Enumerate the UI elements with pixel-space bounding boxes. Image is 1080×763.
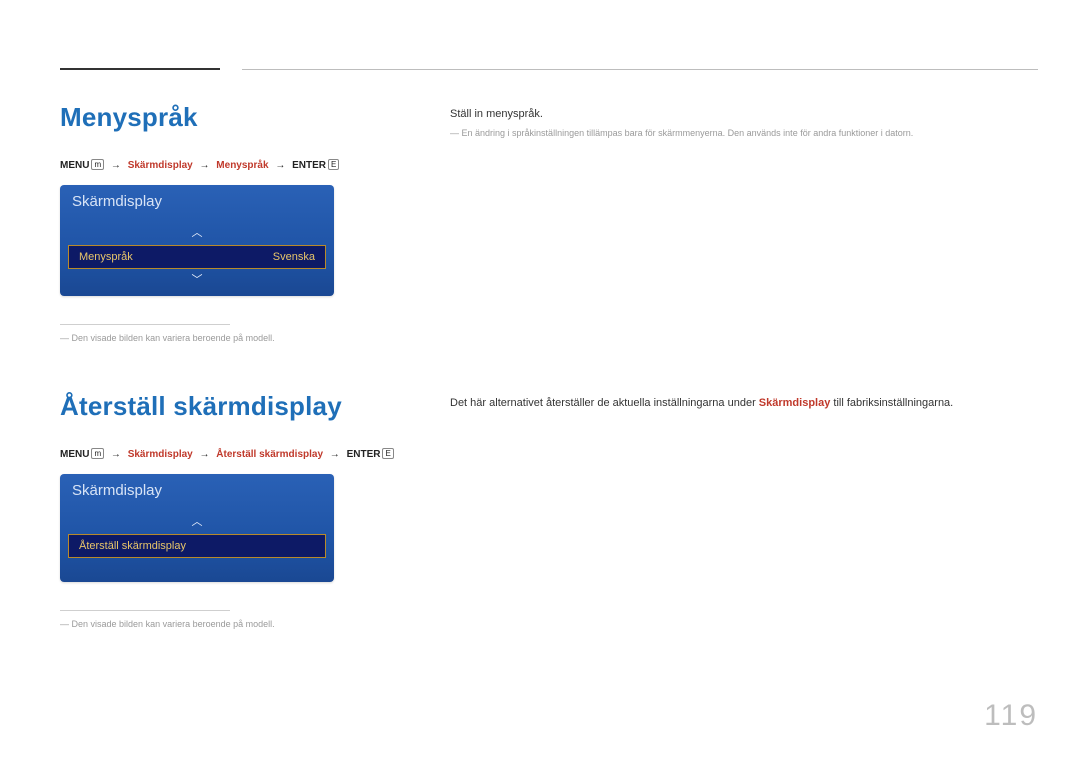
right-column: Det här alternativet återställer de aktu…	[450, 391, 1038, 631]
breadcrumb-menu: MENU	[60, 160, 89, 171]
osd-header: Skärmdisplay	[60, 474, 334, 517]
section-aterstall: Återställ skärmdisplay MENUm → Skärmdisp…	[60, 391, 1038, 631]
arrow-icon: →	[330, 449, 340, 460]
arrow-icon: →	[200, 160, 210, 171]
body-post: till fabriksinställningarna.	[830, 397, 953, 409]
footnote-rule	[60, 610, 230, 611]
body-text: Det här alternativet återställer de aktu…	[450, 395, 1038, 412]
section-title: Återställ skärmdisplay	[60, 391, 400, 422]
section-menysprak: Menyspråk MENUm → Skärmdisplay → Menyspr…	[60, 102, 1038, 345]
breadcrumb-step: Skärmdisplay	[128, 449, 193, 460]
body-pre: Det här alternativet återställer de aktu…	[450, 397, 759, 409]
chevron-up-icon: ︿	[60, 228, 334, 245]
enter-icon: E	[382, 448, 393, 459]
osd-panel: Skärmdisplay ︿ Återställ skärmdisplay	[60, 474, 334, 582]
osd-selected-row: Återställ skärmdisplay	[68, 534, 326, 558]
breadcrumb-enter: ENTER	[347, 449, 381, 460]
osd-row-label: Återställ skärmdisplay	[79, 540, 186, 552]
breadcrumb-enter: ENTER	[292, 160, 326, 171]
chevron-up-icon: ︿	[60, 517, 334, 534]
breadcrumb: MENUm → Skärmdisplay → Menyspråk → ENTER…	[60, 159, 400, 171]
arrow-icon: →	[200, 449, 210, 460]
arrow-icon: →	[275, 160, 285, 171]
osd-header: Skärmdisplay	[60, 185, 334, 228]
header-rule-thin	[242, 69, 1038, 70]
footnote-rule	[60, 324, 230, 325]
left-column: Återställ skärmdisplay MENUm → Skärmdisp…	[60, 391, 400, 631]
arrow-icon: →	[111, 160, 121, 171]
breadcrumb: MENUm → Skärmdisplay → Återställ skärmdi…	[60, 448, 400, 460]
header-rule-thick	[60, 68, 220, 70]
page-number: 119	[984, 699, 1038, 733]
right-column: Ställ in menyspråk. En ändring i språkin…	[450, 102, 1038, 345]
breadcrumb-step: Skärmdisplay	[128, 160, 193, 171]
footnote: Den visade bilden kan variera beroende p…	[60, 619, 400, 631]
breadcrumb-step: Återställ skärmdisplay	[216, 449, 323, 460]
menu-icon: m	[91, 159, 104, 170]
left-column: Menyspråk MENUm → Skärmdisplay → Menyspr…	[60, 102, 400, 345]
osd-row-label: Menyspråk	[79, 251, 133, 263]
body-text: Ställ in menyspråk.	[450, 106, 1038, 123]
enter-icon: E	[328, 159, 339, 170]
chevron-down-icon: ﹀	[60, 269, 334, 296]
body-note: En ändring i språkinställningen tillämpa…	[450, 127, 1038, 141]
menu-icon: m	[91, 448, 104, 459]
page: Menyspråk MENUm → Skärmdisplay → Menyspr…	[0, 0, 1080, 763]
osd-row-value: Svenska	[273, 251, 315, 263]
osd-padding	[60, 558, 334, 582]
osd-selected-row: Menyspråk Svenska	[68, 245, 326, 269]
section-title: Menyspråk	[60, 102, 400, 133]
footnote: Den visade bilden kan variera beroende p…	[60, 333, 400, 345]
breadcrumb-menu: MENU	[60, 449, 89, 460]
arrow-icon: →	[111, 449, 121, 460]
osd-panel: Skärmdisplay ︿ Menyspråk Svenska ﹀	[60, 185, 334, 296]
body-emph: Skärmdisplay	[759, 397, 831, 409]
breadcrumb-step: Menyspråk	[216, 160, 268, 171]
